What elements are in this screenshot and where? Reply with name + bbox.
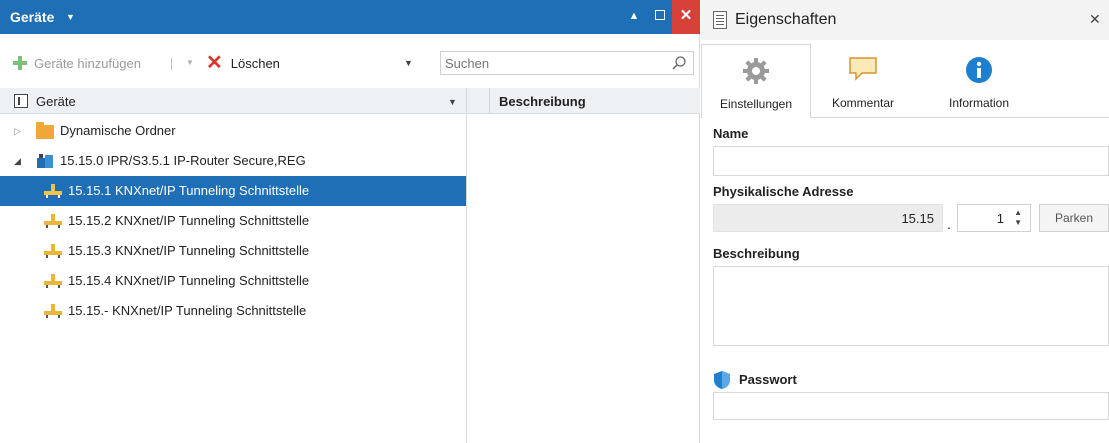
router-icon: [37, 154, 53, 168]
comment-icon: [849, 57, 877, 81]
tree-item-label: 15.15.4 KNXnet/IP Tunneling Schnittstell…: [68, 273, 310, 288]
collapse-up-icon[interactable]: ▲: [622, 0, 646, 34]
tab-settings-label: Einstellungen: [719, 97, 793, 111]
collapse-arrow-icon[interactable]: ◢: [14, 156, 21, 167]
properties-panel: Eigenschaften ✕ Einstellungen Kommentar …: [701, 0, 1109, 443]
devices-title[interactable]: Geräte: [10, 9, 54, 25]
park-button[interactable]: Parken: [1039, 204, 1109, 232]
toolbar-more-dropdown-icon[interactable]: ▼: [404, 58, 413, 68]
description-header-label: Beschreibung: [499, 94, 586, 109]
password-field[interactable]: [713, 392, 1109, 420]
tree-item-label: 15.15.2 KNXnet/IP Tunneling Schnittstell…: [68, 213, 310, 228]
address-prefix-field: 15.15: [713, 204, 943, 232]
tree-item-dynamic-folders[interactable]: ▷ Dynamische Ordner: [0, 116, 466, 146]
tree-item-label: 15.15.0 IPR/S3.5.1 IP-Router Secure,REG: [60, 153, 306, 168]
tab-information-label: Information: [948, 96, 1010, 110]
info-icon: [966, 57, 992, 83]
toolbar-separator: |: [170, 56, 174, 70]
password-label: Passwort: [739, 372, 797, 387]
tab-information[interactable]: Information: [921, 44, 1037, 118]
address-prefix-value: 15.15: [901, 211, 934, 226]
expand-arrow-icon[interactable]: ▷: [14, 126, 21, 137]
tree-item-device[interactable]: 15.15.4 KNXnet/IP Tunneling Schnittstell…: [0, 266, 466, 296]
physical-address-label: Physikalische Adresse: [713, 184, 854, 199]
tree-item-label: 15.15.3 KNXnet/IP Tunneling Schnittstell…: [68, 243, 310, 258]
restore-window-icon[interactable]: [648, 0, 672, 34]
panel-view-icon: [14, 94, 28, 108]
gear-icon: [743, 58, 769, 84]
properties-document-icon: [713, 11, 727, 29]
properties-tabs: Einstellungen Kommentar Information: [701, 44, 1109, 118]
tree-item-label: Dynamische Ordner: [60, 123, 176, 138]
column-divider[interactable]: [466, 88, 467, 443]
tree-item-device[interactable]: 15.15.- KNXnet/IP Tunneling Schnittstell…: [0, 296, 466, 326]
device-address-stepper[interactable]: 1 ▲ ▼: [957, 204, 1031, 232]
column-sub-divider: [489, 88, 490, 114]
folder-icon: [36, 122, 54, 139]
search-input[interactable]: [441, 52, 661, 74]
add-devices-label: Geräte hinzufügen: [34, 55, 141, 71]
search-icon[interactable]: [671, 55, 687, 71]
tree-column-header[interactable]: Geräte ▼: [0, 88, 466, 114]
description-column-header[interactable]: Beschreibung: [467, 88, 700, 114]
properties-titlebar: Eigenschaften ✕: [701, 0, 1109, 40]
device-address-value: 1: [996, 211, 1004, 226]
device-icon: [44, 304, 62, 318]
add-dropdown-icon[interactable]: ▼: [186, 58, 194, 67]
title-dropdown-icon[interactable]: ▼: [66, 12, 75, 22]
close-panel-icon[interactable]: ✕: [672, 0, 700, 34]
name-label: Name: [713, 126, 749, 141]
shield-icon: [714, 371, 730, 389]
device-icon: [44, 184, 62, 198]
device-icon: [44, 214, 62, 228]
description-field[interactable]: [713, 266, 1109, 346]
tab-comment-label: Kommentar: [831, 96, 895, 110]
tree-item-device[interactable]: 15.15.2 KNXnet/IP Tunneling Schnittstell…: [0, 206, 466, 236]
tree-item-device-selected[interactable]: 15.15.1 KNXnet/IP Tunneling Schnittstell…: [0, 176, 466, 206]
tree-item-label: 15.15.1 KNXnet/IP Tunneling Schnittstell…: [68, 183, 310, 198]
tree-header-label: Geräte: [36, 94, 76, 109]
properties-close-icon[interactable]: ✕: [1089, 11, 1101, 28]
name-field[interactable]: [713, 146, 1109, 176]
delete-x-icon: ✕: [206, 52, 223, 74]
tree-item-label: 15.15.- KNXnet/IP Tunneling Schnittstell…: [68, 303, 307, 318]
device-icon: [44, 274, 62, 288]
search-box: [440, 51, 694, 75]
add-devices-button[interactable]: Geräte hinzufügen: [12, 52, 141, 74]
tree-item-device[interactable]: 15.15.3 KNXnet/IP Tunneling Schnittstell…: [0, 236, 466, 266]
properties-title: Eigenschaften: [735, 11, 837, 28]
tabs-border: [701, 117, 1109, 118]
tab-comment[interactable]: Kommentar: [815, 44, 911, 118]
device-icon: [44, 244, 62, 258]
delete-label: Löschen: [230, 55, 280, 71]
address-dot: .: [947, 216, 951, 232]
tree-item-router[interactable]: ◢ 15.15.0 IPR/S3.5.1 IP-Router Secure,RE…: [0, 146, 466, 176]
devices-panel: Geräte ▼ ▲ ✕ Geräte hinzufügen | ▼ ✕ Lös…: [0, 0, 700, 443]
plus-icon: [12, 55, 28, 71]
tree-header-dropdown-icon[interactable]: ▼: [448, 97, 457, 107]
stepper-arrows-icon[interactable]: ▲ ▼: [1014, 208, 1022, 228]
delete-button[interactable]: ✕ Löschen: [206, 52, 280, 74]
devices-titlebar: Geräte ▼ ▲ ✕: [0, 0, 700, 34]
tab-settings[interactable]: Einstellungen: [701, 44, 811, 118]
description-label: Beschreibung: [713, 246, 800, 261]
